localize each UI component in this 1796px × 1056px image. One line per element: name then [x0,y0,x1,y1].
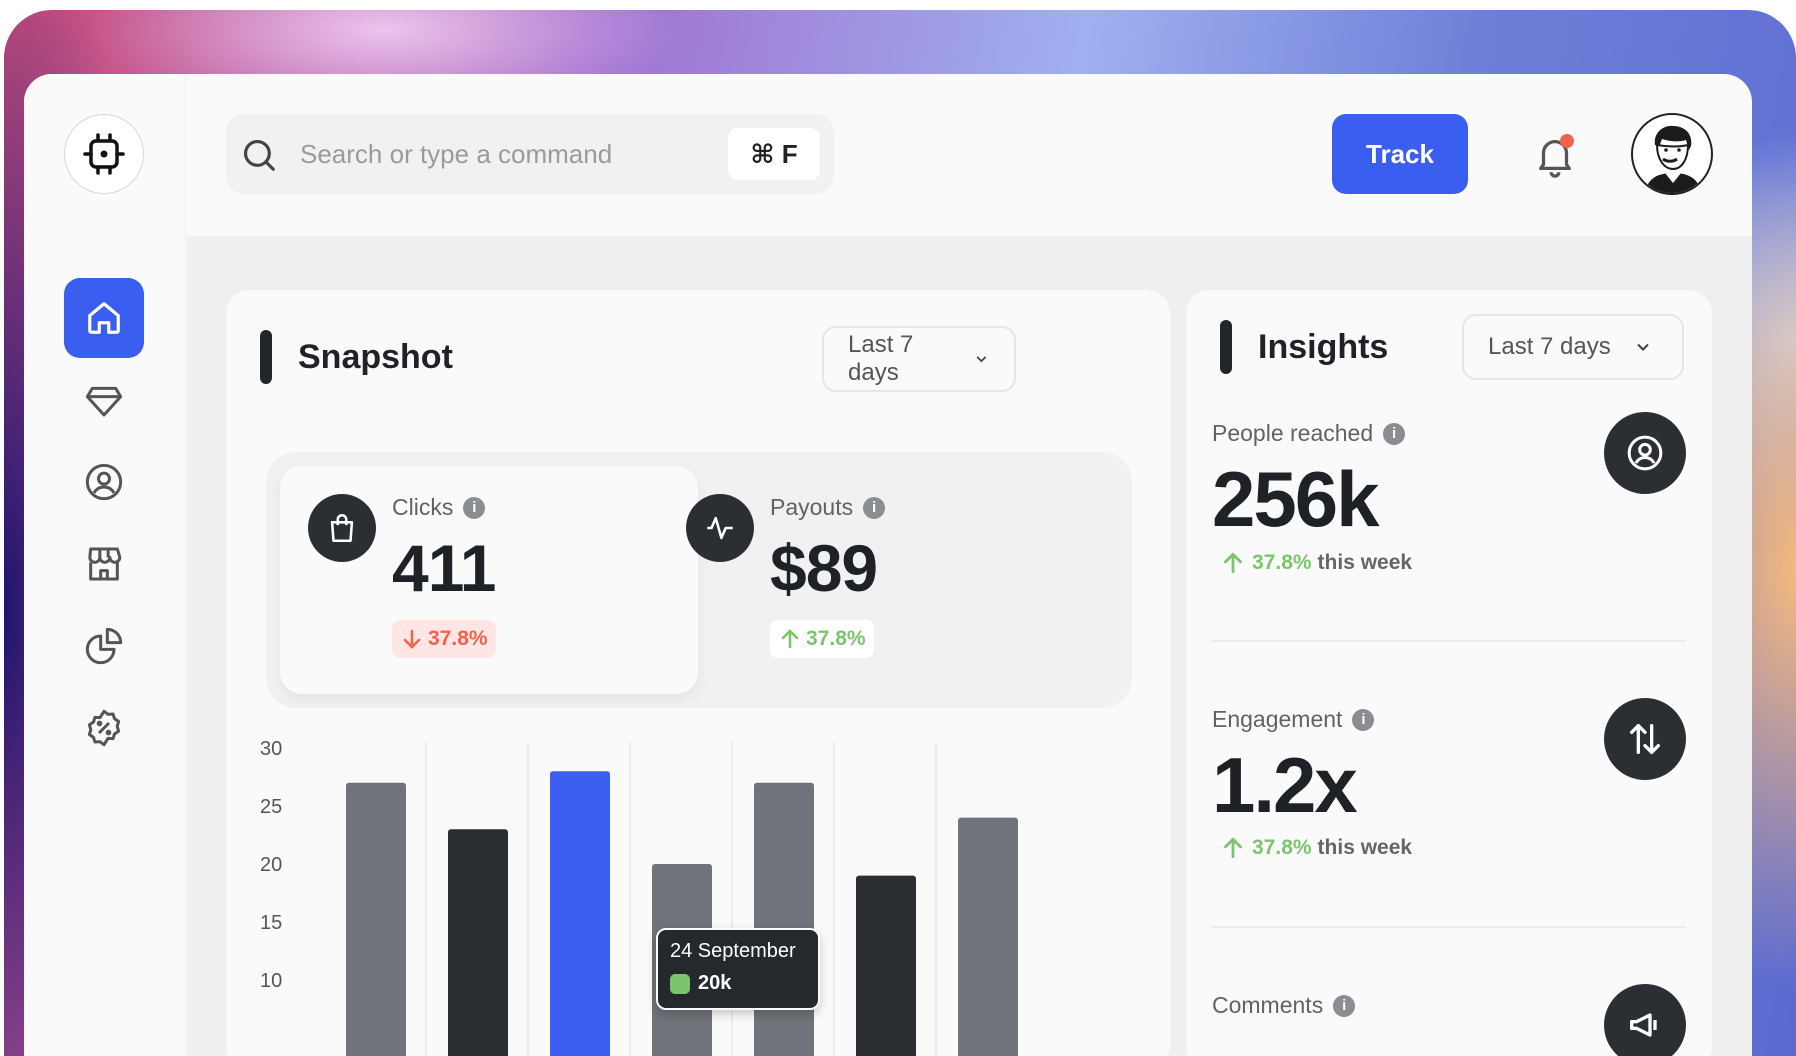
tooltip-value-row: 20k [670,972,731,995]
people-reached-value: 256k [1212,455,1380,543]
store-icon [88,547,122,581]
comments-label: Comments [1212,992,1324,1018]
avatar[interactable] [1631,113,1713,195]
diamond-icon [85,386,123,417]
tooltip-value: 20k [698,972,732,994]
chart-bar[interactable] [958,817,1018,1056]
sidebar-item-discounts[interactable] [64,688,144,768]
y-tick-label: 15 [260,912,282,934]
notification-dot [1560,134,1574,148]
user-circle-icon [85,463,123,501]
divider [1212,926,1686,928]
comments-icon-button[interactable] [1604,984,1686,1056]
home-icon [88,302,120,334]
insights-range-dropdown[interactable]: Last 7 days [1462,314,1684,380]
user-circle-icon [1627,435,1663,471]
arrow-up-icon [1224,552,1242,574]
megaphone-icon [1630,1013,1657,1037]
insights-range-label: Last 7 days [1488,333,1611,360]
info-icon[interactable]: i [1383,422,1406,445]
chip-logo-icon [83,133,125,175]
track-button[interactable]: Track [1332,114,1468,194]
chart-bar[interactable] [346,782,406,1056]
app-window: ⌘ F Track Snapshot Last 7 days [24,74,1752,1056]
y-tick-label: 10 [260,970,282,992]
info-icon[interactable]: i [1333,994,1356,1017]
notifications-button[interactable] [1532,132,1578,178]
engagement-label: Engagement [1212,706,1343,732]
chart-bar[interactable] [754,782,814,1056]
y-tick-label: 20 [260,854,282,876]
sidebar-item-home[interactable] [64,278,144,358]
sidebar [24,74,186,1056]
sidebar-item-profile[interactable] [64,442,144,522]
insights-card: Insights Last 7 days People reached i 25… [1186,290,1712,1056]
search-bar[interactable]: ⌘ F [226,114,834,194]
divider [1212,640,1686,642]
people-reached-icon-button[interactable] [1604,412,1686,494]
people-reached-change: 37.8% this week [1220,550,1412,576]
user-avatar-illustration [1645,125,1701,193]
search-input[interactable] [300,114,700,194]
sidebar-item-store[interactable] [64,524,144,604]
engagement-change: 37.8% this week [1220,835,1412,861]
snapshot-card: Snapshot Last 7 days Clicks i 411 37.8% … [226,290,1170,1056]
insight-label: People reached i [1212,420,1406,447]
insights-title: Insights [1258,328,1389,366]
y-tick-label: 30 [260,738,282,760]
y-tick-label: 25 [260,796,282,818]
info-icon[interactable]: i [1352,708,1375,731]
insight-label: Comments i [1212,992,1356,1019]
people-reached-label: People reached [1212,420,1374,446]
chart-bar[interactable] [856,875,916,1056]
chart-bar[interactable] [448,829,508,1056]
sidebar-item-analytics[interactable] [64,606,144,686]
search-icon [243,139,275,171]
engagement-change-pct: 37.8% [1252,836,1312,859]
tooltip-swatch [670,973,690,994]
chevron-down-icon [1637,343,1649,351]
chart-tooltip: 24 September 20k [656,928,820,1010]
section-marker [1220,320,1232,374]
arrow-up-icon [1224,837,1242,859]
people-reached-period: this week [1317,551,1413,574]
tooltip-date: 24 September [670,940,796,962]
sidebar-item-diamond[interactable] [64,360,144,440]
engagement-period: this week [1317,836,1413,859]
sort-arrows-icon [1630,724,1660,754]
insight-label: Engagement i [1212,706,1375,733]
people-reached-change-pct: 37.8% [1252,551,1312,574]
logo[interactable] [64,114,144,194]
discount-badge-icon [87,709,121,747]
engagement-icon-button[interactable] [1604,698,1686,780]
pie-chart-icon [85,627,123,665]
engagement-value: 1.2x [1212,741,1358,829]
chart-bar-highlighted[interactable] [550,771,610,1056]
search-shortcut-hint: ⌘ F [728,128,820,180]
